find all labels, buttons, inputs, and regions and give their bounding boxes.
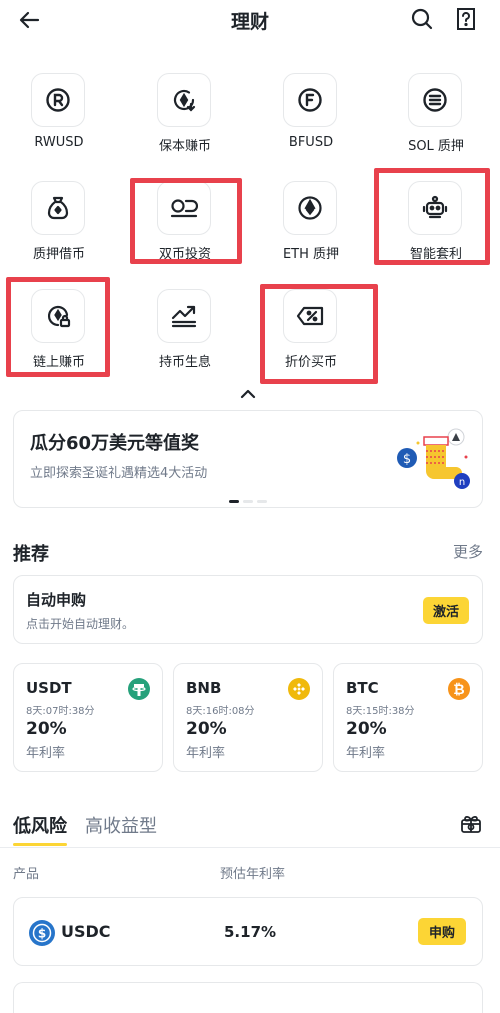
tile: [31, 181, 85, 235]
tile: [283, 73, 337, 127]
grid-label: RWUSD: [34, 135, 84, 150]
eth-staking-icon: [298, 196, 322, 220]
tab-indicator: [13, 843, 67, 846]
countdown: 8天:16时:08分: [186, 706, 255, 717]
grid-item-eth-staking[interactable]: ETH 质押: [256, 181, 366, 271]
grid-item-principal-protected[interactable]: 保本赚币: [130, 73, 240, 163]
tab-high-yield[interactable]: 高收益型: [85, 812, 157, 838]
grid-item-rwusd[interactable]: RWUSD: [4, 73, 114, 163]
coin-card-usdt[interactable]: USDT 8天:07时:38分 20% 年利率: [13, 663, 163, 772]
collateral-loan-icon: [47, 196, 69, 220]
bfusd-icon: [298, 88, 322, 112]
countdown: 8天:07时:38分: [26, 706, 95, 717]
apr-label: 年利率: [26, 746, 66, 761]
help-icon[interactable]: [455, 7, 477, 31]
apr-label: 年利率: [346, 746, 386, 761]
apr-value: 20%: [26, 719, 67, 739]
grid-item-collateral-loan[interactable]: 质押借币: [4, 181, 114, 271]
promo-title: 瓜分60万美元等值奖: [30, 433, 200, 454]
product-name: USDC: [61, 922, 111, 941]
svg-text:₿: ₿: [453, 682, 464, 698]
search-icon[interactable]: [410, 7, 434, 31]
auto-subscribe-subtitle: 点击开始自动理财。: [26, 617, 135, 631]
countdown: 8天:15时:38分: [346, 706, 415, 717]
christmas-stocking-illustration: $ n: [397, 428, 470, 489]
gift-box-icon[interactable]: [460, 812, 482, 834]
grid-label: BFUSD: [288, 135, 334, 150]
tile: [157, 289, 211, 343]
principal-protected-icon: [173, 89, 196, 112]
column-header-apr: 预估年利率: [220, 867, 286, 882]
subscribe-button[interactable]: 申购: [418, 918, 466, 945]
grid-label: SOL 质押: [408, 139, 464, 154]
usdt-icon: [128, 678, 150, 700]
highlight-box-onchain-earn: [6, 277, 110, 377]
grid-label: 质押借币: [32, 247, 85, 262]
svg-text:n: n: [459, 477, 465, 488]
grid-label: 保本赚币: [158, 139, 211, 154]
product-row-usdc[interactable]: $ USDC 5.17% 申购: [13, 897, 483, 966]
svg-text:$: $: [38, 927, 46, 941]
highlight-box-smart-arbitrage: [374, 168, 490, 265]
chevron-up-icon[interactable]: [238, 387, 258, 401]
grid-item-sol-staking[interactable]: SOL 质押: [381, 73, 491, 163]
product-apr: 5.17%: [224, 923, 277, 941]
product-row-partial[interactable]: [13, 982, 483, 1013]
sol-staking-icon: [423, 88, 447, 112]
tab-low-risk[interactable]: 低风险: [13, 812, 67, 838]
tile: [157, 73, 211, 127]
apr-label: 年利率: [186, 746, 226, 761]
coin-card-bnb[interactable]: BNB 8天:16时:08分 20% 年利率: [173, 663, 323, 772]
coin-card-btc[interactable]: BTC 8天:15时:38分 20% 年利率 ₿: [333, 663, 483, 772]
column-header-product: 产品: [13, 867, 40, 882]
highlight-box-discount-buy: [260, 284, 378, 384]
divider: [0, 847, 500, 848]
hold-earn-icon: [171, 305, 197, 328]
grid-label: 持币生息: [158, 355, 211, 370]
auto-subscribe-card[interactable]: 自动申购 点击开始自动理财。 激活: [13, 575, 483, 644]
tile: [408, 73, 462, 127]
svg-text:$: $: [403, 452, 411, 467]
grid-item-bfusd[interactable]: BFUSD: [256, 73, 366, 163]
section-title-recommend: 推荐: [13, 544, 49, 565]
coin-name: USDT: [26, 679, 72, 697]
coin-name: BNB: [186, 679, 222, 697]
promo-subtitle: 立即探索圣诞礼遇精选4大活动: [30, 466, 208, 481]
auto-subscribe-title: 自动申购: [26, 591, 87, 609]
more-link[interactable]: 更多: [453, 541, 483, 562]
highlight-box-dual-investment: [130, 178, 242, 264]
activate-button[interactable]: 激活: [423, 597, 469, 624]
promo-banner[interactable]: 瓜分60万美元等值奖 立即探索圣诞礼遇精选4大活动 $ n: [13, 410, 483, 508]
tile: [283, 181, 337, 235]
apr-value: 20%: [346, 719, 387, 739]
grid-item-hold-earn[interactable]: 持币生息: [130, 289, 240, 379]
rwusd-icon: [46, 88, 70, 112]
grid-label: ETH 质押: [282, 247, 340, 262]
tile: [31, 73, 85, 127]
carousel-dots[interactable]: [229, 500, 267, 503]
usdc-icon: $: [29, 920, 55, 946]
btc-icon: ₿: [448, 678, 470, 700]
coin-name: BTC: [346, 679, 379, 697]
apr-value: 20%: [186, 719, 227, 739]
bnb-icon: [288, 678, 310, 700]
top-bar: 理财: [0, 0, 500, 40]
